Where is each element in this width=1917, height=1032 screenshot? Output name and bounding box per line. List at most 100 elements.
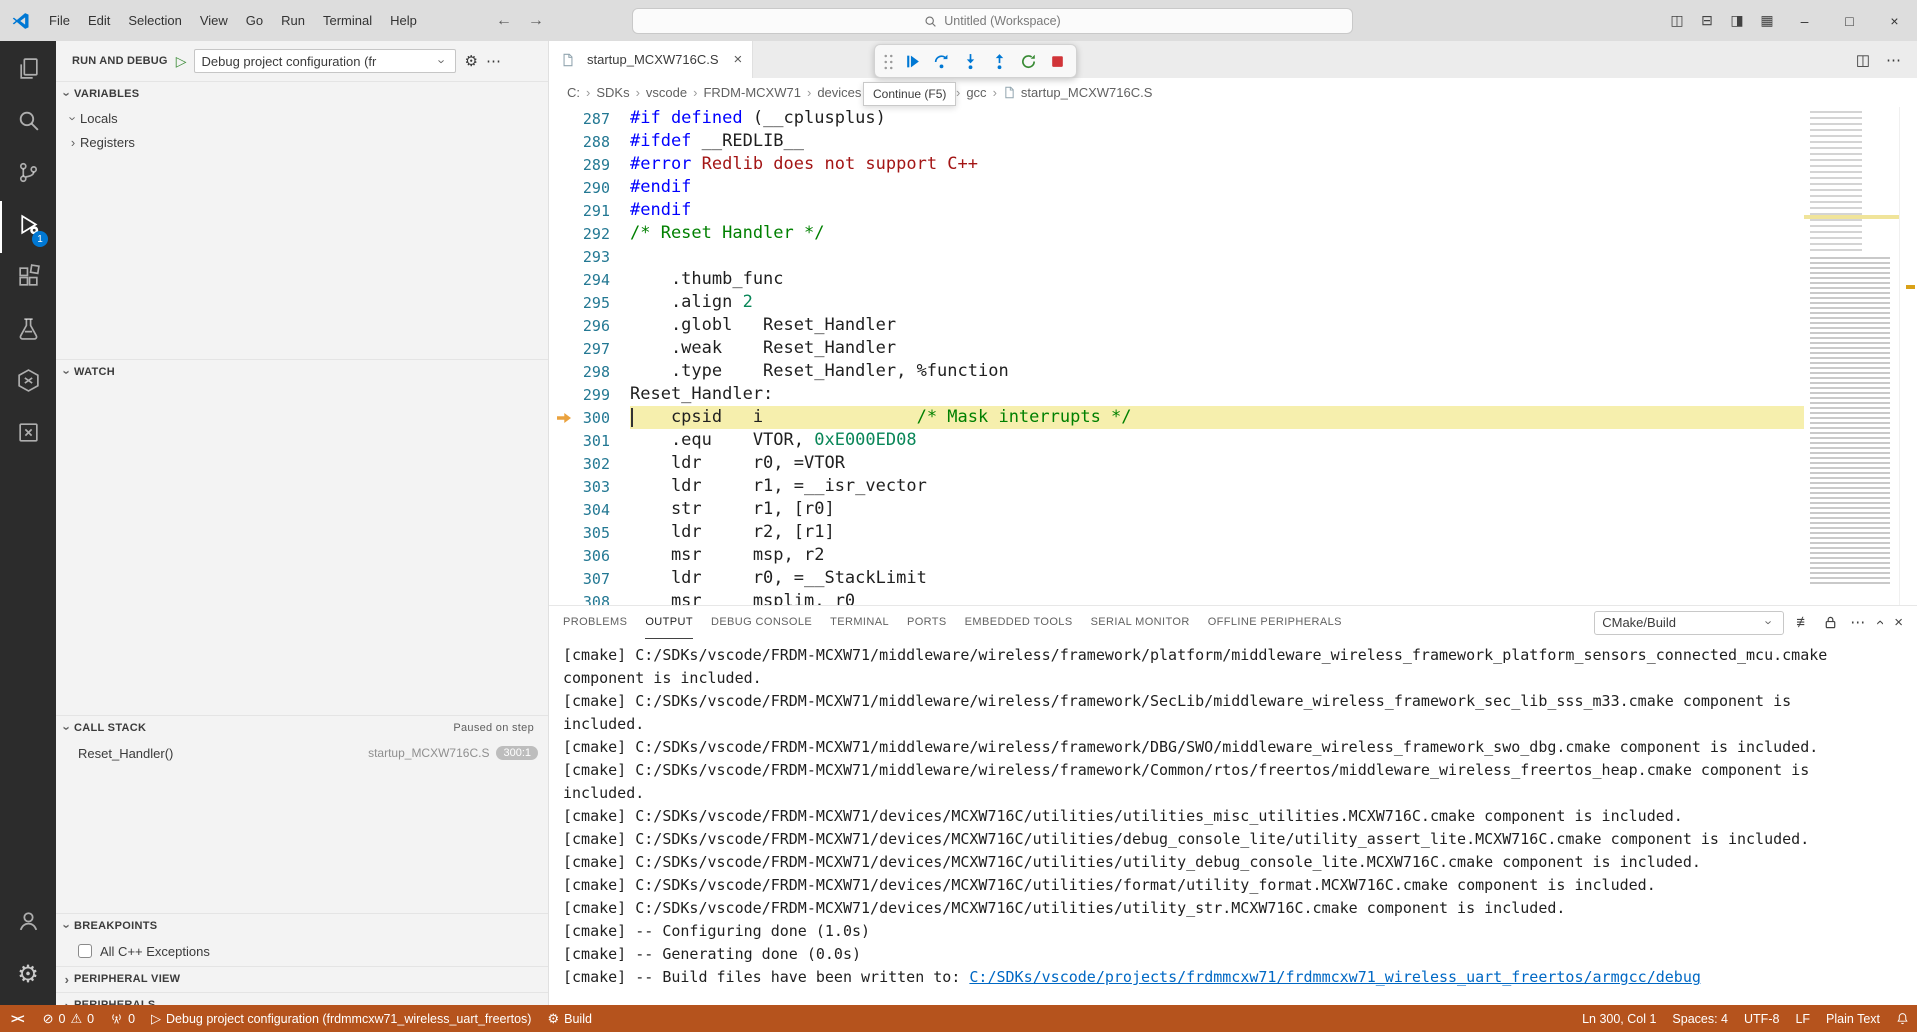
- watch-header[interactable]: › WATCH: [56, 360, 548, 384]
- accounts-button[interactable]: [0, 897, 56, 949]
- breadcrumb-item[interactable]: SDKs: [594, 85, 631, 100]
- menu-run[interactable]: Run: [272, 8, 314, 34]
- code-line[interactable]: 294 .thumb_func: [549, 268, 1804, 291]
- code-editor[interactable]: 287#if defined (__cplusplus)288#ifdef __…: [549, 107, 1917, 605]
- output-link[interactable]: C:/SDKs/vscode/projects/frdmmcxw71/frdmm…: [969, 968, 1701, 986]
- code-line[interactable]: 302 ldr r0, =VTOR: [549, 452, 1804, 475]
- code-line[interactable]: 300 cpsid i /* Mask interrupts */: [549, 406, 1804, 429]
- line-gutter[interactable]: 298: [549, 360, 630, 383]
- breakpoints-header[interactable]: › BREAKPOINTS: [56, 914, 548, 938]
- code-line[interactable]: 304 str r1, [r0]: [549, 498, 1804, 521]
- build-button[interactable]: ⚙ Build: [539, 1005, 599, 1032]
- step-over-button[interactable]: [928, 48, 955, 75]
- code-line[interactable]: 299Reset_Handler:: [549, 383, 1804, 406]
- line-gutter[interactable]: 305: [549, 521, 630, 544]
- problems-indicator[interactable]: ⊘ 0 ⚠ 0: [35, 1005, 102, 1032]
- code-line[interactable]: 307 ldr r0, =__StackLimit: [549, 567, 1804, 590]
- clear-output-icon[interactable]: ≢: [1796, 615, 1811, 630]
- output-channel-select[interactable]: CMake/Build ›: [1594, 611, 1784, 635]
- close-icon[interactable]: ×: [734, 51, 743, 68]
- line-gutter[interactable]: 299: [549, 383, 630, 406]
- code-line[interactable]: 297 .weak Reset_Handler: [549, 337, 1804, 360]
- menu-selection[interactable]: Selection: [119, 8, 190, 34]
- step-out-button[interactable]: [986, 48, 1013, 75]
- breadcrumb-item[interactable]: gcc: [964, 85, 988, 100]
- code-line[interactable]: 296 .globl Reset_Handler: [549, 314, 1804, 337]
- continue-button[interactable]: [899, 48, 926, 75]
- code-line[interactable]: 305 ldr r2, [r1]: [549, 521, 1804, 544]
- line-gutter[interactable]: 308: [549, 590, 630, 605]
- lock-icon[interactable]: [1823, 615, 1838, 630]
- drag-handle-icon[interactable]: [883, 53, 894, 70]
- editor-scrollbar[interactable]: [1899, 107, 1917, 605]
- line-gutter[interactable]: 296: [549, 314, 630, 337]
- menu-help[interactable]: Help: [381, 8, 426, 34]
- customize-layout-icon[interactable]: ▦: [1752, 12, 1782, 29]
- settings-button[interactable]: ⚙: [0, 949, 56, 1001]
- line-gutter[interactable]: 301: [549, 429, 630, 452]
- encoding-status[interactable]: UTF-8: [1736, 1005, 1787, 1032]
- code-line[interactable]: 295 .align 2: [549, 291, 1804, 314]
- call-stack-header[interactable]: › CALL STACK Paused on step: [56, 716, 548, 740]
- panel-tab-debug-console[interactable]: DEBUG CONSOLE: [711, 606, 812, 639]
- step-into-button[interactable]: [957, 48, 984, 75]
- code-line[interactable]: 289#error Redlib does not support C++: [549, 153, 1804, 176]
- line-gutter[interactable]: 288: [549, 130, 630, 153]
- close-button[interactable]: ×: [1872, 0, 1917, 41]
- line-gutter[interactable]: 294: [549, 268, 630, 291]
- breadcrumb-item[interactable]: C:: [565, 85, 582, 100]
- menu-file[interactable]: File: [40, 8, 79, 34]
- code-line[interactable]: 291#endif: [549, 199, 1804, 222]
- line-gutter[interactable]: 287: [549, 107, 630, 130]
- line-gutter[interactable]: 292: [549, 222, 630, 245]
- breadcrumb-item[interactable]: FRDM-MCXW71: [701, 85, 803, 100]
- command-center[interactable]: Untitled (Workspace): [632, 8, 1353, 34]
- line-gutter[interactable]: 293: [549, 245, 630, 268]
- code-line[interactable]: 308 msr msplim, r0: [549, 590, 1804, 605]
- debug-config-status[interactable]: ▷ Debug project configuration (frdmmcxw7…: [143, 1005, 539, 1032]
- line-gutter[interactable]: 289: [549, 153, 630, 176]
- code-line[interactable]: 292/* Reset Handler */: [549, 222, 1804, 245]
- line-gutter[interactable]: 297: [549, 337, 630, 360]
- language-mode[interactable]: Plain Text: [1818, 1005, 1888, 1032]
- menu-terminal[interactable]: Terminal: [314, 8, 381, 34]
- variables-item[interactable]: ›Locals: [56, 106, 548, 130]
- remote-indicator[interactable]: ><: [0, 1005, 35, 1032]
- panel-tab-ports[interactable]: PORTS: [907, 606, 947, 639]
- sidebar-item-testing[interactable]: [0, 305, 56, 357]
- breadcrumb-item[interactable]: vscode: [644, 85, 689, 100]
- panel-tab-offline-peripherals[interactable]: OFFLINE PERIPHERALS: [1208, 606, 1342, 639]
- toggle-secondary-sidebar-icon[interactable]: ◨: [1722, 12, 1752, 29]
- line-gutter[interactable]: 295: [549, 291, 630, 314]
- ports-indicator[interactable]: 0: [102, 1005, 143, 1032]
- sidebar-item-extensions[interactable]: [0, 253, 56, 305]
- maximize-panel-icon[interactable]: ›: [1872, 620, 1887, 625]
- code-line[interactable]: 306 msr msp, r2: [549, 544, 1804, 567]
- line-gutter[interactable]: 303: [549, 475, 630, 498]
- checkbox[interactable]: [78, 944, 92, 958]
- line-gutter[interactable]: 307: [549, 567, 630, 590]
- sidebar-item-explorer[interactable]: [0, 45, 56, 97]
- call-stack-frame[interactable]: Reset_Handler()startup_MCXW716C.S300:1: [56, 740, 548, 766]
- menu-go[interactable]: Go: [237, 8, 272, 34]
- sidebar-item-mcuxpresso[interactable]: [0, 357, 56, 409]
- line-gutter[interactable]: 291: [549, 199, 630, 222]
- code-line[interactable]: 293: [549, 245, 1804, 268]
- panel-tab-terminal[interactable]: TERMINAL: [830, 606, 889, 639]
- breadcrumb-item[interactable]: devices: [815, 85, 863, 100]
- code-line[interactable]: 288#ifdef __REDLIB__: [549, 130, 1804, 153]
- close-panel-icon[interactable]: ×: [1894, 615, 1903, 630]
- code-line[interactable]: 303 ldr r1, =__isr_vector: [549, 475, 1804, 498]
- variables-item[interactable]: ›Registers: [56, 130, 548, 154]
- maximize-button[interactable]: □: [1827, 0, 1872, 41]
- code-line[interactable]: 298 .type Reset_Handler, %function: [549, 360, 1804, 383]
- panel-tab-serial-monitor[interactable]: SERIAL MONITOR: [1091, 606, 1190, 639]
- breakpoint-item[interactable]: All C++ Exceptions: [56, 938, 548, 964]
- output-log[interactable]: [cmake] C:/SDKs/vscode/FRDM-MCXW71/middl…: [549, 639, 1917, 1005]
- tab-startup-mcxw716c[interactable]: startup_MCXW716C.S ×: [549, 41, 753, 78]
- line-gutter[interactable]: 302: [549, 452, 630, 475]
- stop-button[interactable]: [1044, 48, 1071, 75]
- panel-tab-problems[interactable]: PROBLEMS: [563, 606, 627, 639]
- line-gutter[interactable]: 304: [549, 498, 630, 521]
- cursor-position[interactable]: Ln 300, Col 1: [1574, 1005, 1664, 1032]
